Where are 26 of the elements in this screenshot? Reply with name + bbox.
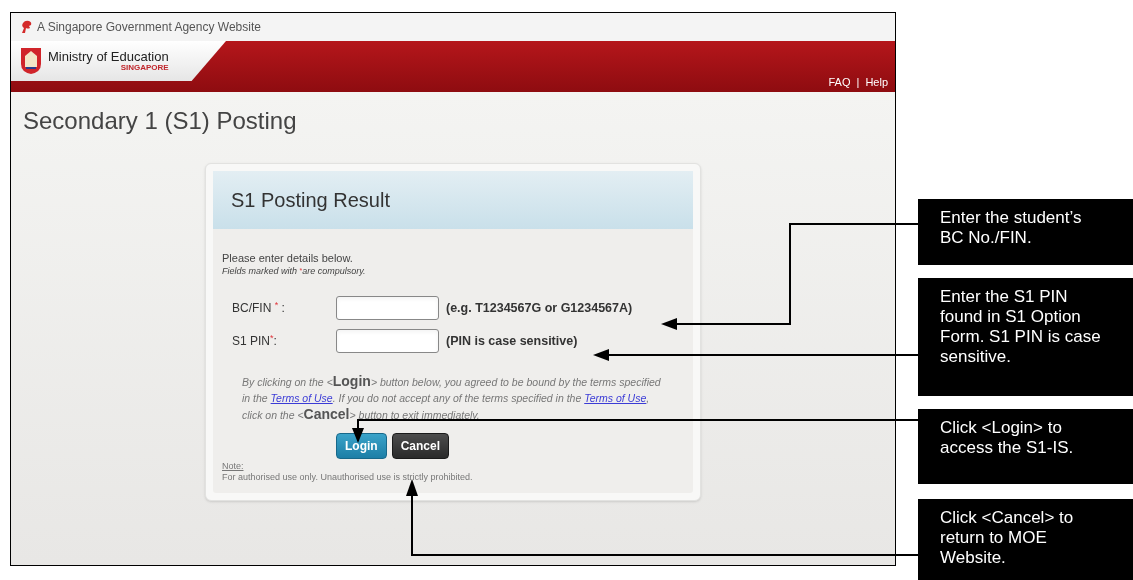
callout-box: Enter the S1 PIN found in S1 Option Form. S1 PIN is case sensitive. — [918, 278, 1133, 396]
form-title: S1 Posting Result — [231, 188, 390, 213]
text-input-field[interactable] — [336, 296, 439, 320]
field-hint: (PIN is case sensitive) — [446, 332, 578, 350]
terms-link[interactable]: Terms of Use — [270, 392, 333, 404]
instruction-text: Please enter details below. — [222, 251, 354, 265]
note-text: For authorised use only. Unauthorised use is strictly prohibited. — [222, 472, 474, 483]
link-separator: | — [856, 74, 860, 90]
callout-box: Enter the student’s BC No./FIN. — [918, 199, 1133, 265]
header-link[interactable]: FAQ — [828, 73, 851, 90]
text-input-field[interactable] — [336, 329, 439, 353]
callout-box: Click <Cancel> to return to MOE Website. — [918, 499, 1133, 580]
header-link[interactable]: Help — [865, 73, 888, 90]
field-hint: (e.g. T1234567G or G1234567A) — [446, 299, 633, 317]
field-label: S1 PIN*: — [232, 332, 278, 350]
agency-text: A Singapore Government Agency Website — [37, 19, 261, 36]
crest-logo-icon — [20, 47, 42, 75]
field-label: BC/FIN * : — [232, 299, 286, 317]
login-button[interactable]: Login — [336, 433, 387, 459]
callout-box: Click <Login> to access the S1-IS. — [918, 409, 1133, 484]
cancel-button[interactable]: Cancel — [391, 433, 449, 459]
ministry-name: Ministry of Education — [48, 50, 169, 63]
note-label: Note: — [222, 461, 244, 472]
page-title: Secondary 1 (S1) Posting — [23, 106, 298, 136]
terms-text: By clicking on the <Login> button below, you agreed to be bound by the terms specified in the Terms of Use. If you do not accept any of the terms specified in the Terms of Use, click on the <Cancel> button to exit immediately. — [242, 373, 662, 423]
country-label: SINGAPORE — [120, 64, 169, 72]
